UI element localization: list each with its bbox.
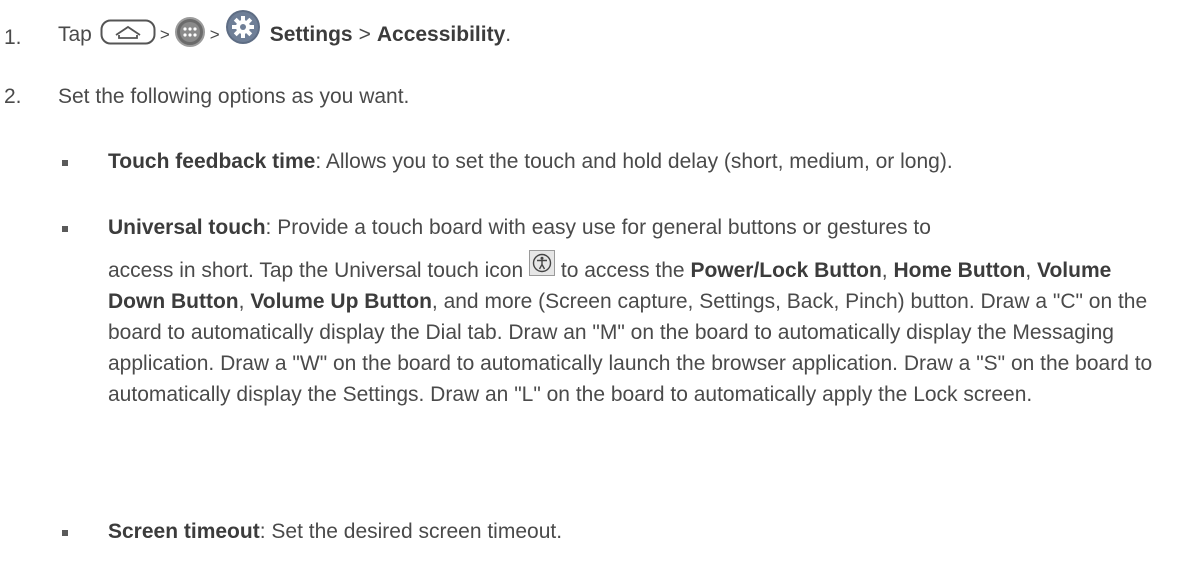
option-title: Universal touch	[108, 216, 266, 239]
option-touch-feedback-time: Touch feedback time: Allows you to set t…	[0, 150, 1193, 182]
line-1: Universal touch: Provide a touch board w…	[108, 212, 1168, 255]
step-text: Tap > > Settings > Accessibility .	[58, 10, 512, 56]
apps-icon	[174, 16, 206, 54]
accessibility-label: Accessibility	[376, 23, 506, 46]
separator: >	[358, 23, 371, 46]
option-text: Universal touch: Provide a touch board w…	[108, 212, 1168, 410]
separator: >	[159, 25, 170, 44]
option-title: Screen timeout	[108, 520, 260, 543]
option-text: Screen timeout: Set the desired screen t…	[108, 516, 1168, 547]
period: .	[505, 23, 512, 46]
bullet	[62, 160, 68, 166]
tap-label: Tap	[58, 23, 92, 46]
step-number: 1.	[4, 26, 22, 49]
settings-label: Settings	[269, 23, 353, 46]
home-key-icon	[100, 19, 156, 51]
step-number: 2.	[4, 85, 22, 108]
bullet	[62, 226, 68, 232]
option-desc: : Provide a touch board with easy use fo…	[265, 216, 931, 239]
option-desc: : Allows you to set the touch and hold d…	[315, 150, 953, 173]
separator: >	[209, 25, 220, 44]
paragraph: access in short. Tap the Universal touch…	[108, 249, 1168, 410]
accessibility-icon	[529, 249, 556, 285]
step-text: Set the following options as you want.	[58, 85, 410, 108]
option-title: Touch feedback time	[108, 150, 316, 173]
step-1: 1. Tap > > Settings > Accessibility .	[0, 10, 1193, 56]
option-text: Touch feedback time: Allows you to set t…	[108, 146, 1168, 177]
bullet	[62, 530, 68, 536]
step-2: 2. Set the following options as you want…	[0, 85, 1193, 115]
settings-gear-icon	[224, 8, 262, 52]
option-universal-touch: Universal touch: Provide a touch board w…	[0, 216, 1193, 476]
option-desc: : Set the desired screen timeout.	[259, 520, 563, 543]
option-screen-timeout: Screen timeout: Set the desired screen t…	[0, 520, 1193, 552]
